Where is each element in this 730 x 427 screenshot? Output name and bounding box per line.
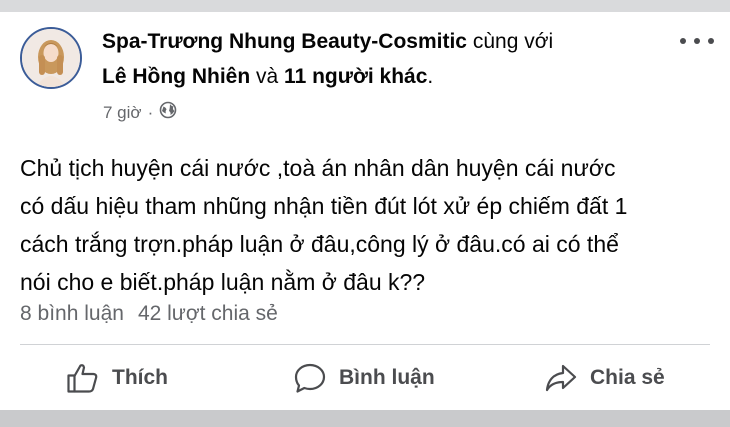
share-arrow-icon [545,364,577,392]
comment-button[interactable]: Bình luận [293,361,435,395]
comment-bubble-icon [294,363,326,393]
post-body-line: Chủ tịch huyện cái nước ,toà án nhân dân… [20,155,616,181]
avatar-image [22,29,80,87]
meta-separator: · [147,102,154,122]
comment-count[interactable]: 8 bình luận [20,302,124,325]
like-label: Thích [112,366,168,389]
globe-icon[interactable] [159,101,177,124]
bottom-background-band [0,410,730,427]
post-stats: 8 bình luận 42 lượt chia sẻ [20,302,278,326]
share-label: Chia sẻ [590,366,665,389]
avatar[interactable] [20,27,82,89]
thumbs-up-icon [67,364,98,393]
comment-label: Bình luận [339,366,435,389]
top-background-band [0,0,730,12]
share-button[interactable]: Chia sẻ [544,361,665,395]
post-meta: 7 giờ · [103,101,177,124]
like-button[interactable]: Thích [66,361,168,395]
with-text: cùng với [472,30,554,53]
author-name[interactable]: Spa-Trương Nhung Beauty-Cosmitic [102,30,467,53]
header-period: . [427,65,434,88]
post-body-line: cách trắng trợn.pháp luận ở đâu,công lý … [20,231,619,257]
post-body-line: nói cho e biết.pháp luận nằm ở đâu k?? [20,269,426,295]
share-count[interactable]: 42 lượt chia sẻ [138,302,278,325]
post-time[interactable]: 7 giờ [103,103,142,123]
divider [20,344,710,345]
more-options-icon[interactable] [680,34,714,48]
tagged-person[interactable]: Lê Hồng Nhiên [102,65,250,88]
tagged-others-link[interactable]: 11 người khác [284,65,427,88]
post-body: Chủ tịch huyện cái nước ,toà án nhân dân… [20,149,720,301]
and-text: và [256,65,279,88]
post-body-line: có dấu hiệu tham nhũng nhận tiền đút lót… [20,193,628,219]
post-header-line-2: Lê Hồng Nhiên và 11 người khác. [102,63,433,91]
post-header-line-1: Spa-Trương Nhung Beauty-Cosmitic cùng vớ… [102,28,553,56]
